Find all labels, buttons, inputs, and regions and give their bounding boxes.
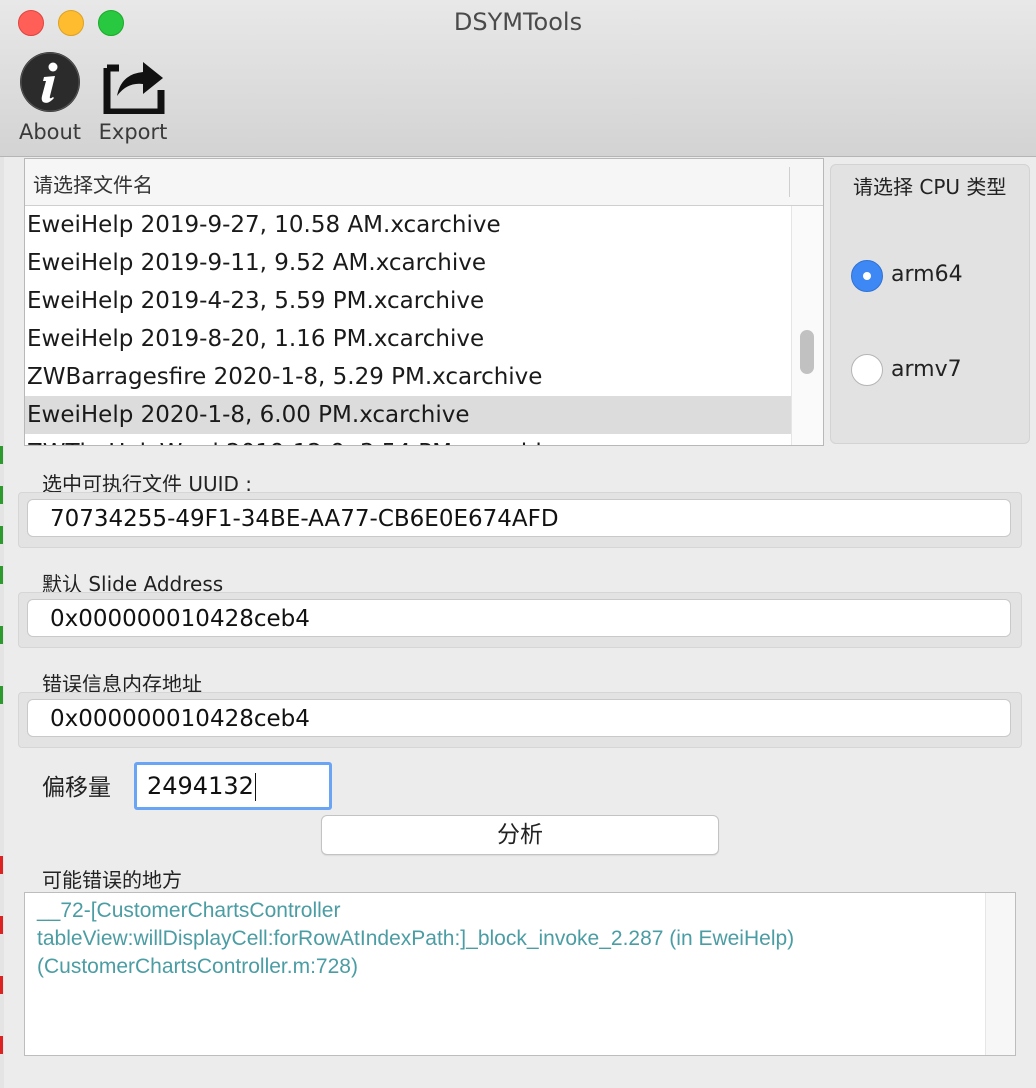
uuid-group: 70734255-49F1-34BE-AA77-CB6E0E674AFD <box>18 492 1022 548</box>
result-text: __72-[CustomerChartsController tableView… <box>37 899 795 978</box>
file-list-row[interactable]: ZWBarragesfire 2020-1-8, 5.29 PM.xcarchi… <box>25 358 791 396</box>
radio-arm64[interactable] <box>851 260 883 292</box>
export-button[interactable]: Export <box>93 50 173 144</box>
header-divider <box>789 167 790 197</box>
radio-armv7[interactable] <box>851 354 883 386</box>
file-list-row[interactable]: EweiHelp 2019-9-27, 10.58 AM.xcarchive <box>25 206 791 244</box>
file-list-rows: EweiHelp 2019-9-27, 10.58 AM.xcarchive Ew… <box>25 206 791 445</box>
share-icon <box>103 62 165 114</box>
file-list-row[interactable]: EweiHelp 2019-9-11, 9.52 AM.xcarchive <box>25 244 791 282</box>
file-list-header-label: 请选择文件名 <box>33 173 153 197</box>
result-label: 可能错误的地方 <box>42 868 182 892</box>
error-address-field[interactable]: 0x000000010428ceb4 <box>27 699 1011 737</box>
about-label: About <box>18 120 82 144</box>
file-list[interactable]: 请选择文件名 EweiHelp 2019-9-27, 10.58 AM.xcar… <box>24 158 824 446</box>
title-bar: DSYMTools About Export <box>0 0 1036 157</box>
info-icon <box>20 52 80 112</box>
radio-armv7-label[interactable]: armv7 <box>891 357 962 382</box>
uuid-field[interactable]: 70734255-49F1-34BE-AA77-CB6E0E674AFD <box>27 499 1011 537</box>
cpu-type-group: 请选择 CPU 类型 arm64 armv7 <box>830 164 1030 444</box>
slide-address-group: 0x000000010428ceb4 <box>18 592 1022 648</box>
file-list-row[interactable]: EweiHelp 2019-4-23, 5.59 PM.xcarchive <box>25 282 791 320</box>
analyze-button[interactable]: 分析 <box>321 815 719 855</box>
slide-address-field[interactable]: 0x000000010428ceb4 <box>27 599 1011 637</box>
offset-value: 2494132 <box>147 772 254 800</box>
offset-input[interactable]: 2494132 <box>134 762 332 810</box>
offset-label: 偏移量 <box>42 775 111 801</box>
result-output[interactable]: __72-[CustomerChartsController tableView… <box>24 892 1016 1056</box>
error-address-group: 0x000000010428ceb4 <box>18 692 1022 748</box>
radio-arm64-label[interactable]: arm64 <box>891 262 963 287</box>
about-button[interactable]: About <box>10 50 90 144</box>
scrollbar-thumb[interactable] <box>800 330 814 374</box>
cpu-type-title: 请选择 CPU 类型 <box>853 175 1007 199</box>
export-label: Export <box>98 120 168 144</box>
file-list-row[interactable]: EweiHelp 2019-8-20, 1.16 PM.xcarchive <box>25 320 791 358</box>
file-list-header[interactable]: 请选择文件名 <box>25 159 823 206</box>
text-caret <box>254 773 256 801</box>
file-list-row[interactable]: ZWTheHolyWord 2019-12-9, 3.54 PM.xcarchi… <box>25 434 791 445</box>
file-list-scrollbar[interactable] <box>791 206 823 445</box>
app-window: DSYMTools About Export 请选择文件名 EweiHelp 2… <box>0 0 1036 1088</box>
background-window-edge <box>0 156 4 1088</box>
window-title: DSYMTools <box>453 8 583 36</box>
file-list-row[interactable]: EweiHelp 2020-1-8, 6.00 PM.xcarchive <box>25 396 791 434</box>
result-scrollbar[interactable] <box>985 893 1015 1055</box>
